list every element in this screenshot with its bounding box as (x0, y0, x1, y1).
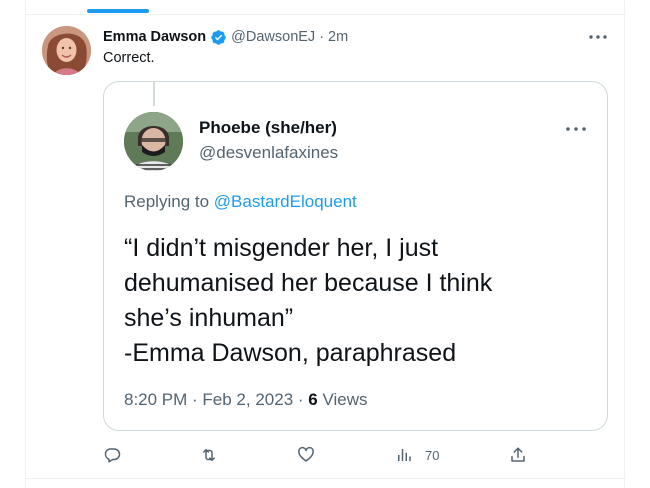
divider (26, 478, 626, 479)
quoted-tweet-text: “I didn’t misgender her, I just dehumani… (124, 231, 594, 371)
views-icon (395, 446, 413, 464)
tweet-time[interactable]: 2m (328, 29, 348, 45)
reply-icon (103, 446, 121, 464)
quoted-author-handle[interactable]: @desvenlafaxines (199, 143, 338, 163)
author-display-name[interactable]: Emma Dawson (103, 29, 206, 45)
replying-to-mention[interactable]: @BastardEloquent (214, 192, 357, 211)
quoted-text-line: “I didn’t misgender her, I just (124, 234, 439, 262)
divider (26, 14, 626, 15)
thread-line (153, 82, 155, 106)
quoted-views-count: 6 (308, 390, 318, 409)
quoted-text-line: she’s inhuman” (124, 304, 294, 332)
verified-badge-icon (210, 29, 227, 46)
retweet-icon (199, 446, 219, 464)
tweet-text: Correct. (103, 50, 155, 66)
views-count: 70 (425, 447, 440, 463)
quoted-tweet-metadata: 8:20 PM · Feb 2, 2023 · 6 Views (124, 390, 368, 410)
quoted-more-options-icon[interactable] (565, 122, 587, 136)
more-options-icon[interactable] (588, 30, 608, 44)
like-icon (297, 446, 315, 464)
tweet-actions: 70 (103, 443, 543, 467)
quoted-views-label: Views (317, 390, 368, 409)
quoted-author-avatar[interactable] (124, 112, 183, 171)
quoted-timestamp[interactable]: 8:20 PM · Feb 2, 2023 · (124, 390, 308, 409)
quoted-text-line: -Emma Dawson, paraphrased (124, 339, 457, 367)
reply-button[interactable] (103, 443, 121, 467)
views-button[interactable]: 70 (395, 443, 439, 467)
author-handle[interactable]: @DawsonEJ (231, 29, 315, 45)
quoted-text-line: dehumanised her because I think (124, 269, 493, 297)
retweet-button[interactable] (199, 443, 219, 467)
replying-to: Replying to @BastardEloquent (124, 192, 357, 212)
tab-indicator (87, 9, 149, 13)
separator-dot: · (319, 29, 325, 45)
replying-prefix: Replying to (124, 192, 210, 211)
page: Emma Dawson @DawsonEJ · 2m Correct. Phoe… (0, 0, 650, 488)
share-button[interactable] (509, 443, 527, 467)
timeline: Emma Dawson @DawsonEJ · 2m Correct. Phoe… (25, 0, 626, 488)
share-icon (509, 446, 527, 464)
quoted-author-display-name[interactable]: Phoebe (she/her) (199, 118, 337, 138)
tweet-header: Emma Dawson @DawsonEJ · 2m (103, 28, 348, 46)
quoted-tweet-card[interactable]: Phoebe (she/her) @desvenlafaxines Replyi… (103, 81, 608, 431)
avatar[interactable] (42, 26, 91, 75)
like-button[interactable] (297, 443, 315, 467)
